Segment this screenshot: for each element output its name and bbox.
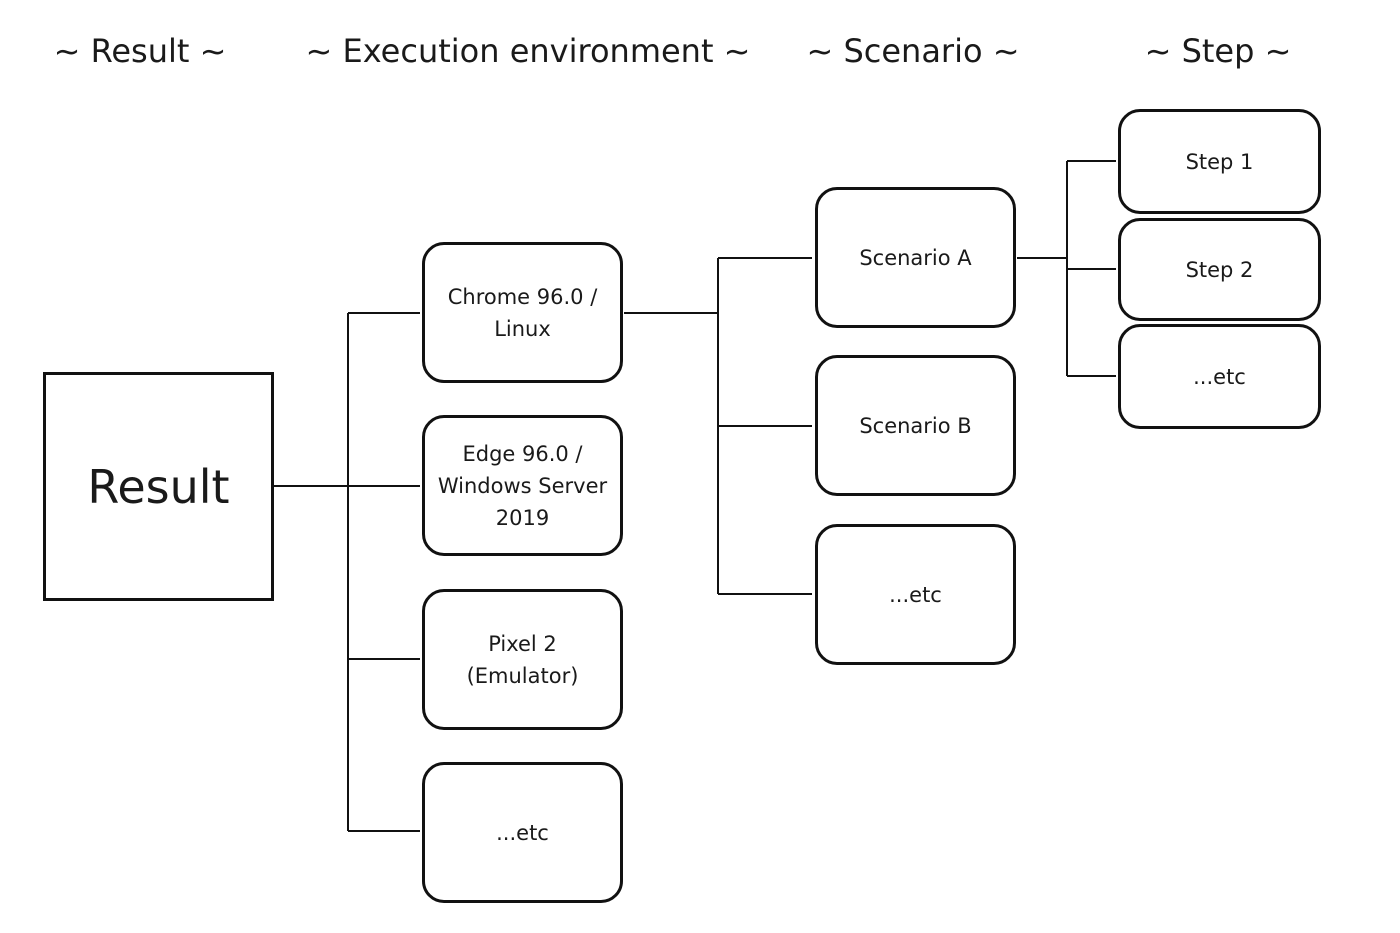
node-label: Edge 96.0 / Windows Server 2019: [437, 441, 608, 530]
scenario-node-b: Scenario B: [815, 355, 1016, 496]
header-environment: ~ Execution environment ~: [305, 32, 751, 70]
scenario-node-a: Scenario A: [815, 187, 1016, 328]
node-label: Step 1: [1185, 149, 1254, 174]
node-label: ...etc: [889, 582, 942, 607]
node-label: ...etc: [496, 820, 549, 845]
result-node: Result: [43, 372, 274, 601]
result-label: Result: [87, 459, 230, 514]
env-node-chrome: Chrome 96.0 / Linux: [422, 242, 623, 383]
step-node-2: Step 2: [1118, 218, 1321, 321]
step-node-etc: ...etc: [1118, 324, 1321, 429]
node-label: Scenario A: [859, 245, 972, 270]
node-label: Pixel 2 (Emulator): [466, 631, 579, 688]
header-step: ~ Step ~: [1144, 32, 1292, 70]
node-label: Scenario B: [859, 413, 972, 438]
step-node-1: Step 1: [1118, 109, 1321, 214]
env-node-pixel: Pixel 2 (Emulator): [422, 589, 623, 730]
header-scenario: ~ Scenario ~: [806, 32, 1020, 70]
env-node-edge: Edge 96.0 / Windows Server 2019: [422, 415, 623, 556]
env-node-etc: ...etc: [422, 762, 623, 903]
node-label: Chrome 96.0 / Linux: [447, 284, 598, 341]
node-label: ...etc: [1193, 364, 1246, 389]
header-result: ~ Result ~: [53, 32, 227, 70]
scenario-node-etc: ...etc: [815, 524, 1016, 665]
node-label: Step 2: [1185, 257, 1254, 282]
